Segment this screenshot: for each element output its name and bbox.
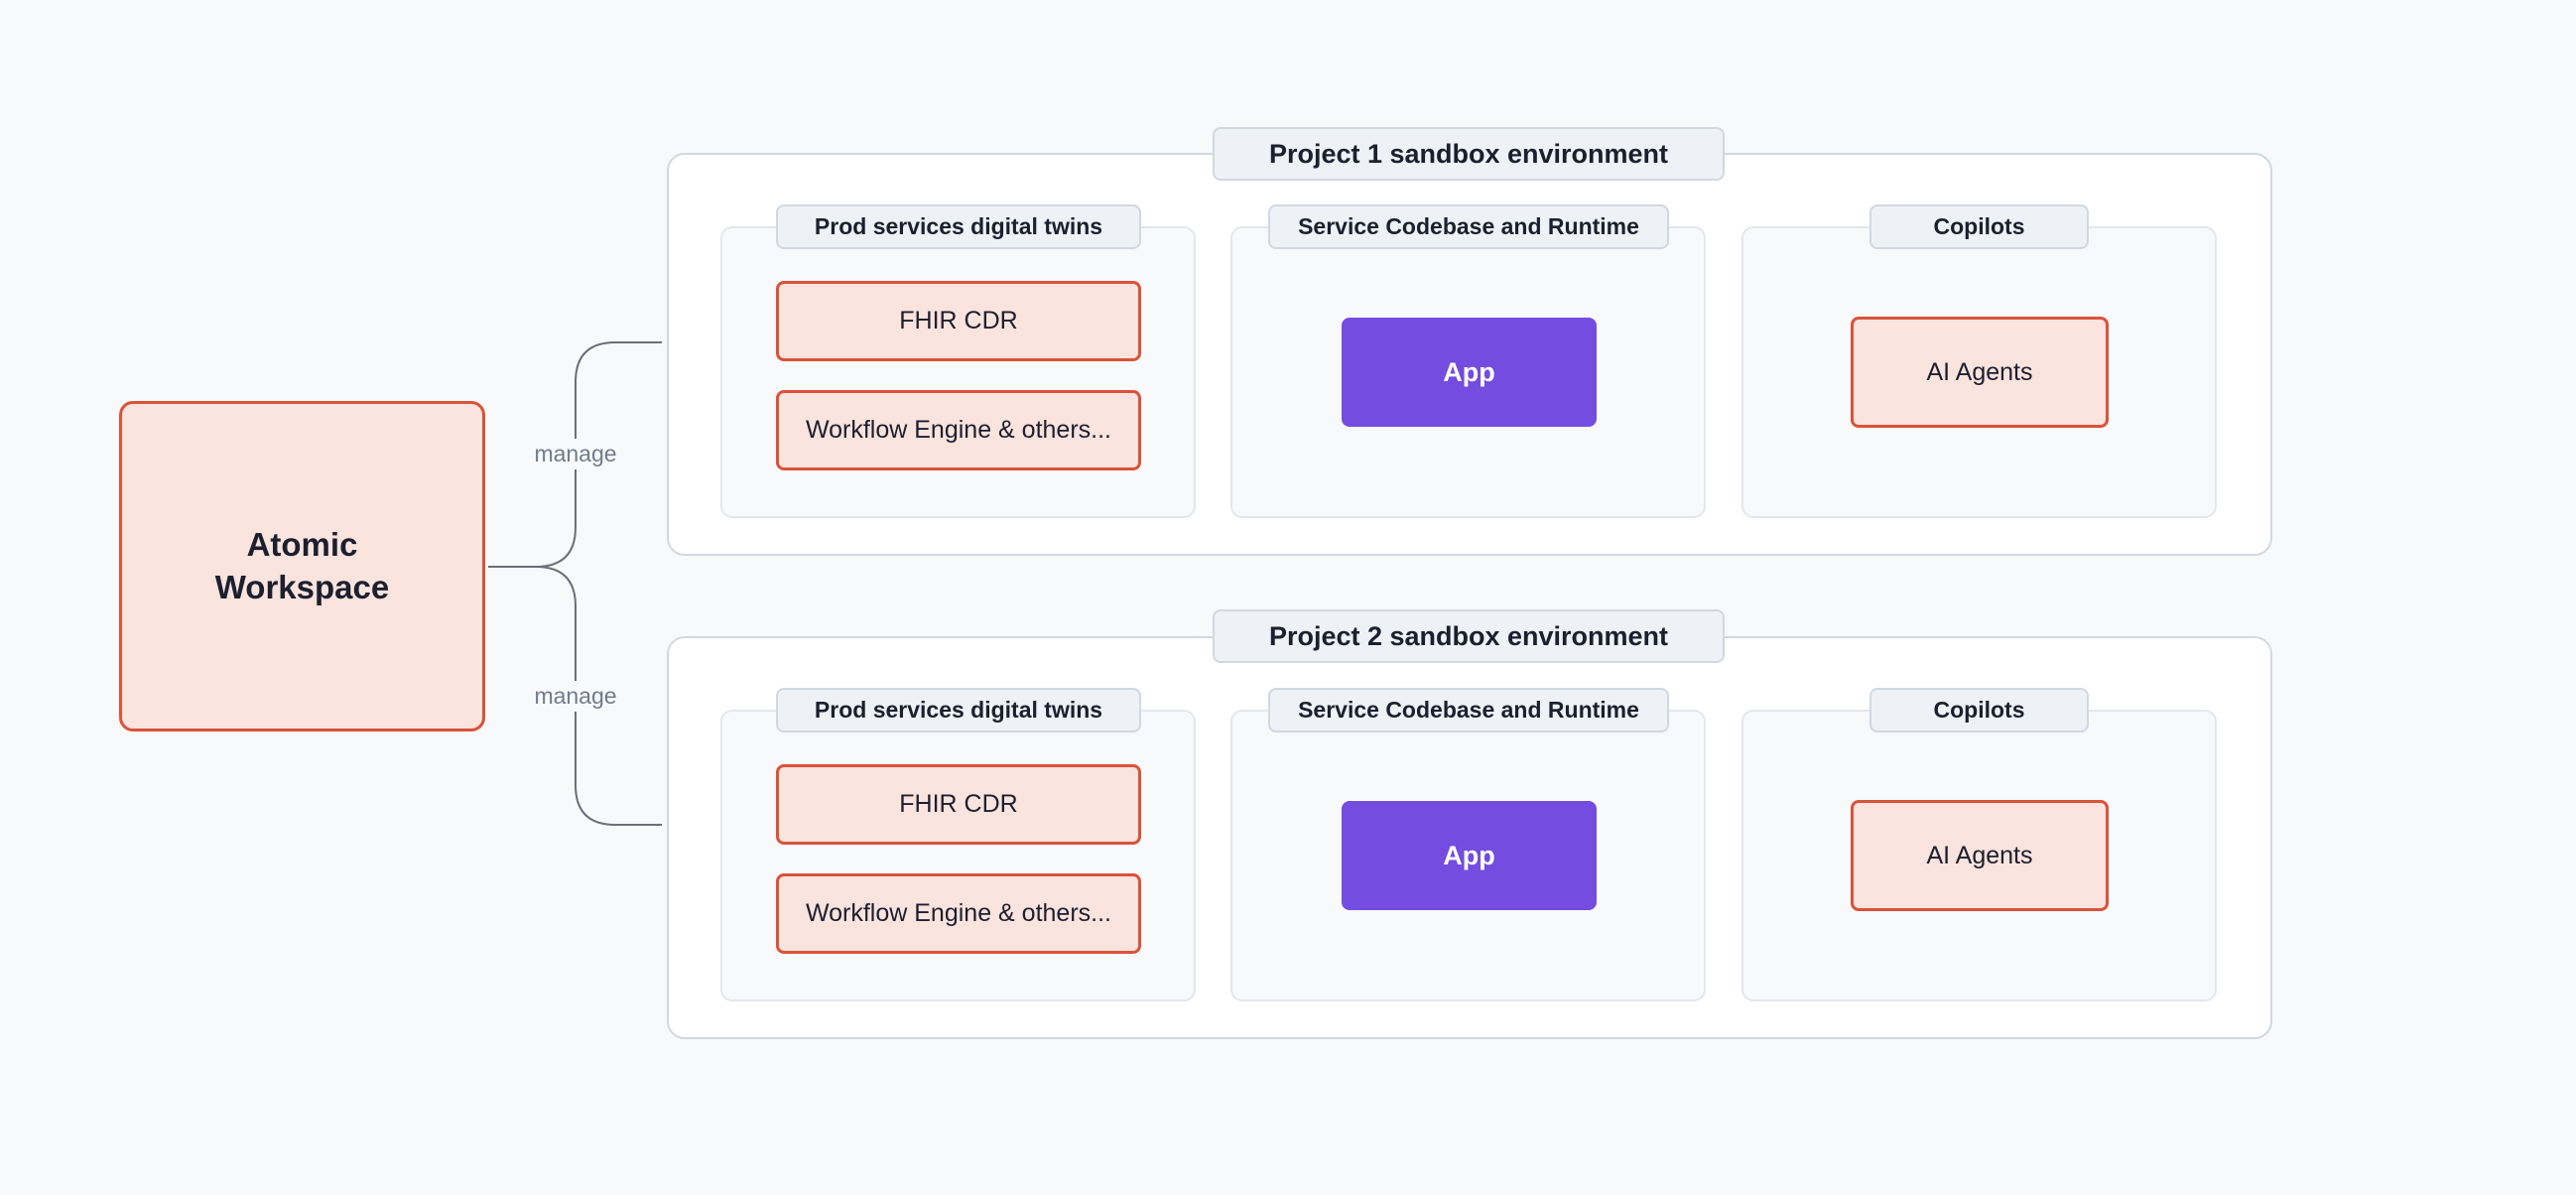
project-1-group-digital-twins-title: Prod services digital twins <box>776 204 1141 249</box>
project-2-group-digital-twins <box>720 710 1196 1001</box>
project-1-group-copilots-title: Copilots <box>1869 204 2089 249</box>
project-2-group-digital-twins-title: Prod services digital twins <box>776 688 1141 732</box>
project-1-group-digital-twins <box>720 226 1196 518</box>
project-2-workflow-engine-node[interactable]: Workflow Engine & others... <box>776 873 1141 954</box>
project-2-group-codebase-runtime-title: Service Codebase and Runtime <box>1268 688 1669 732</box>
project-1-app-node[interactable]: App <box>1342 318 1597 427</box>
project-1-fhir-cdr-node[interactable]: FHIR CDR <box>776 281 1141 361</box>
project-2-title: Project 2 sandbox environment <box>1213 609 1725 663</box>
project-2-app-node[interactable]: App <box>1342 801 1597 910</box>
edge-label-manage-1: manage <box>521 439 630 469</box>
project-2-fhir-cdr-node[interactable]: FHIR CDR <box>776 764 1141 845</box>
project-2-ai-agents-node[interactable]: AI Agents <box>1851 800 2109 911</box>
project-1-title: Project 1 sandbox environment <box>1213 127 1725 181</box>
project-1-ai-agents-node[interactable]: AI Agents <box>1851 317 2109 428</box>
project-1-workflow-engine-node[interactable]: Workflow Engine & others... <box>776 390 1141 470</box>
project-2-group-copilots-title: Copilots <box>1869 688 2089 732</box>
edge-label-manage-2: manage <box>521 681 630 712</box>
project-1-group-codebase-runtime-title: Service Codebase and Runtime <box>1268 204 1669 249</box>
